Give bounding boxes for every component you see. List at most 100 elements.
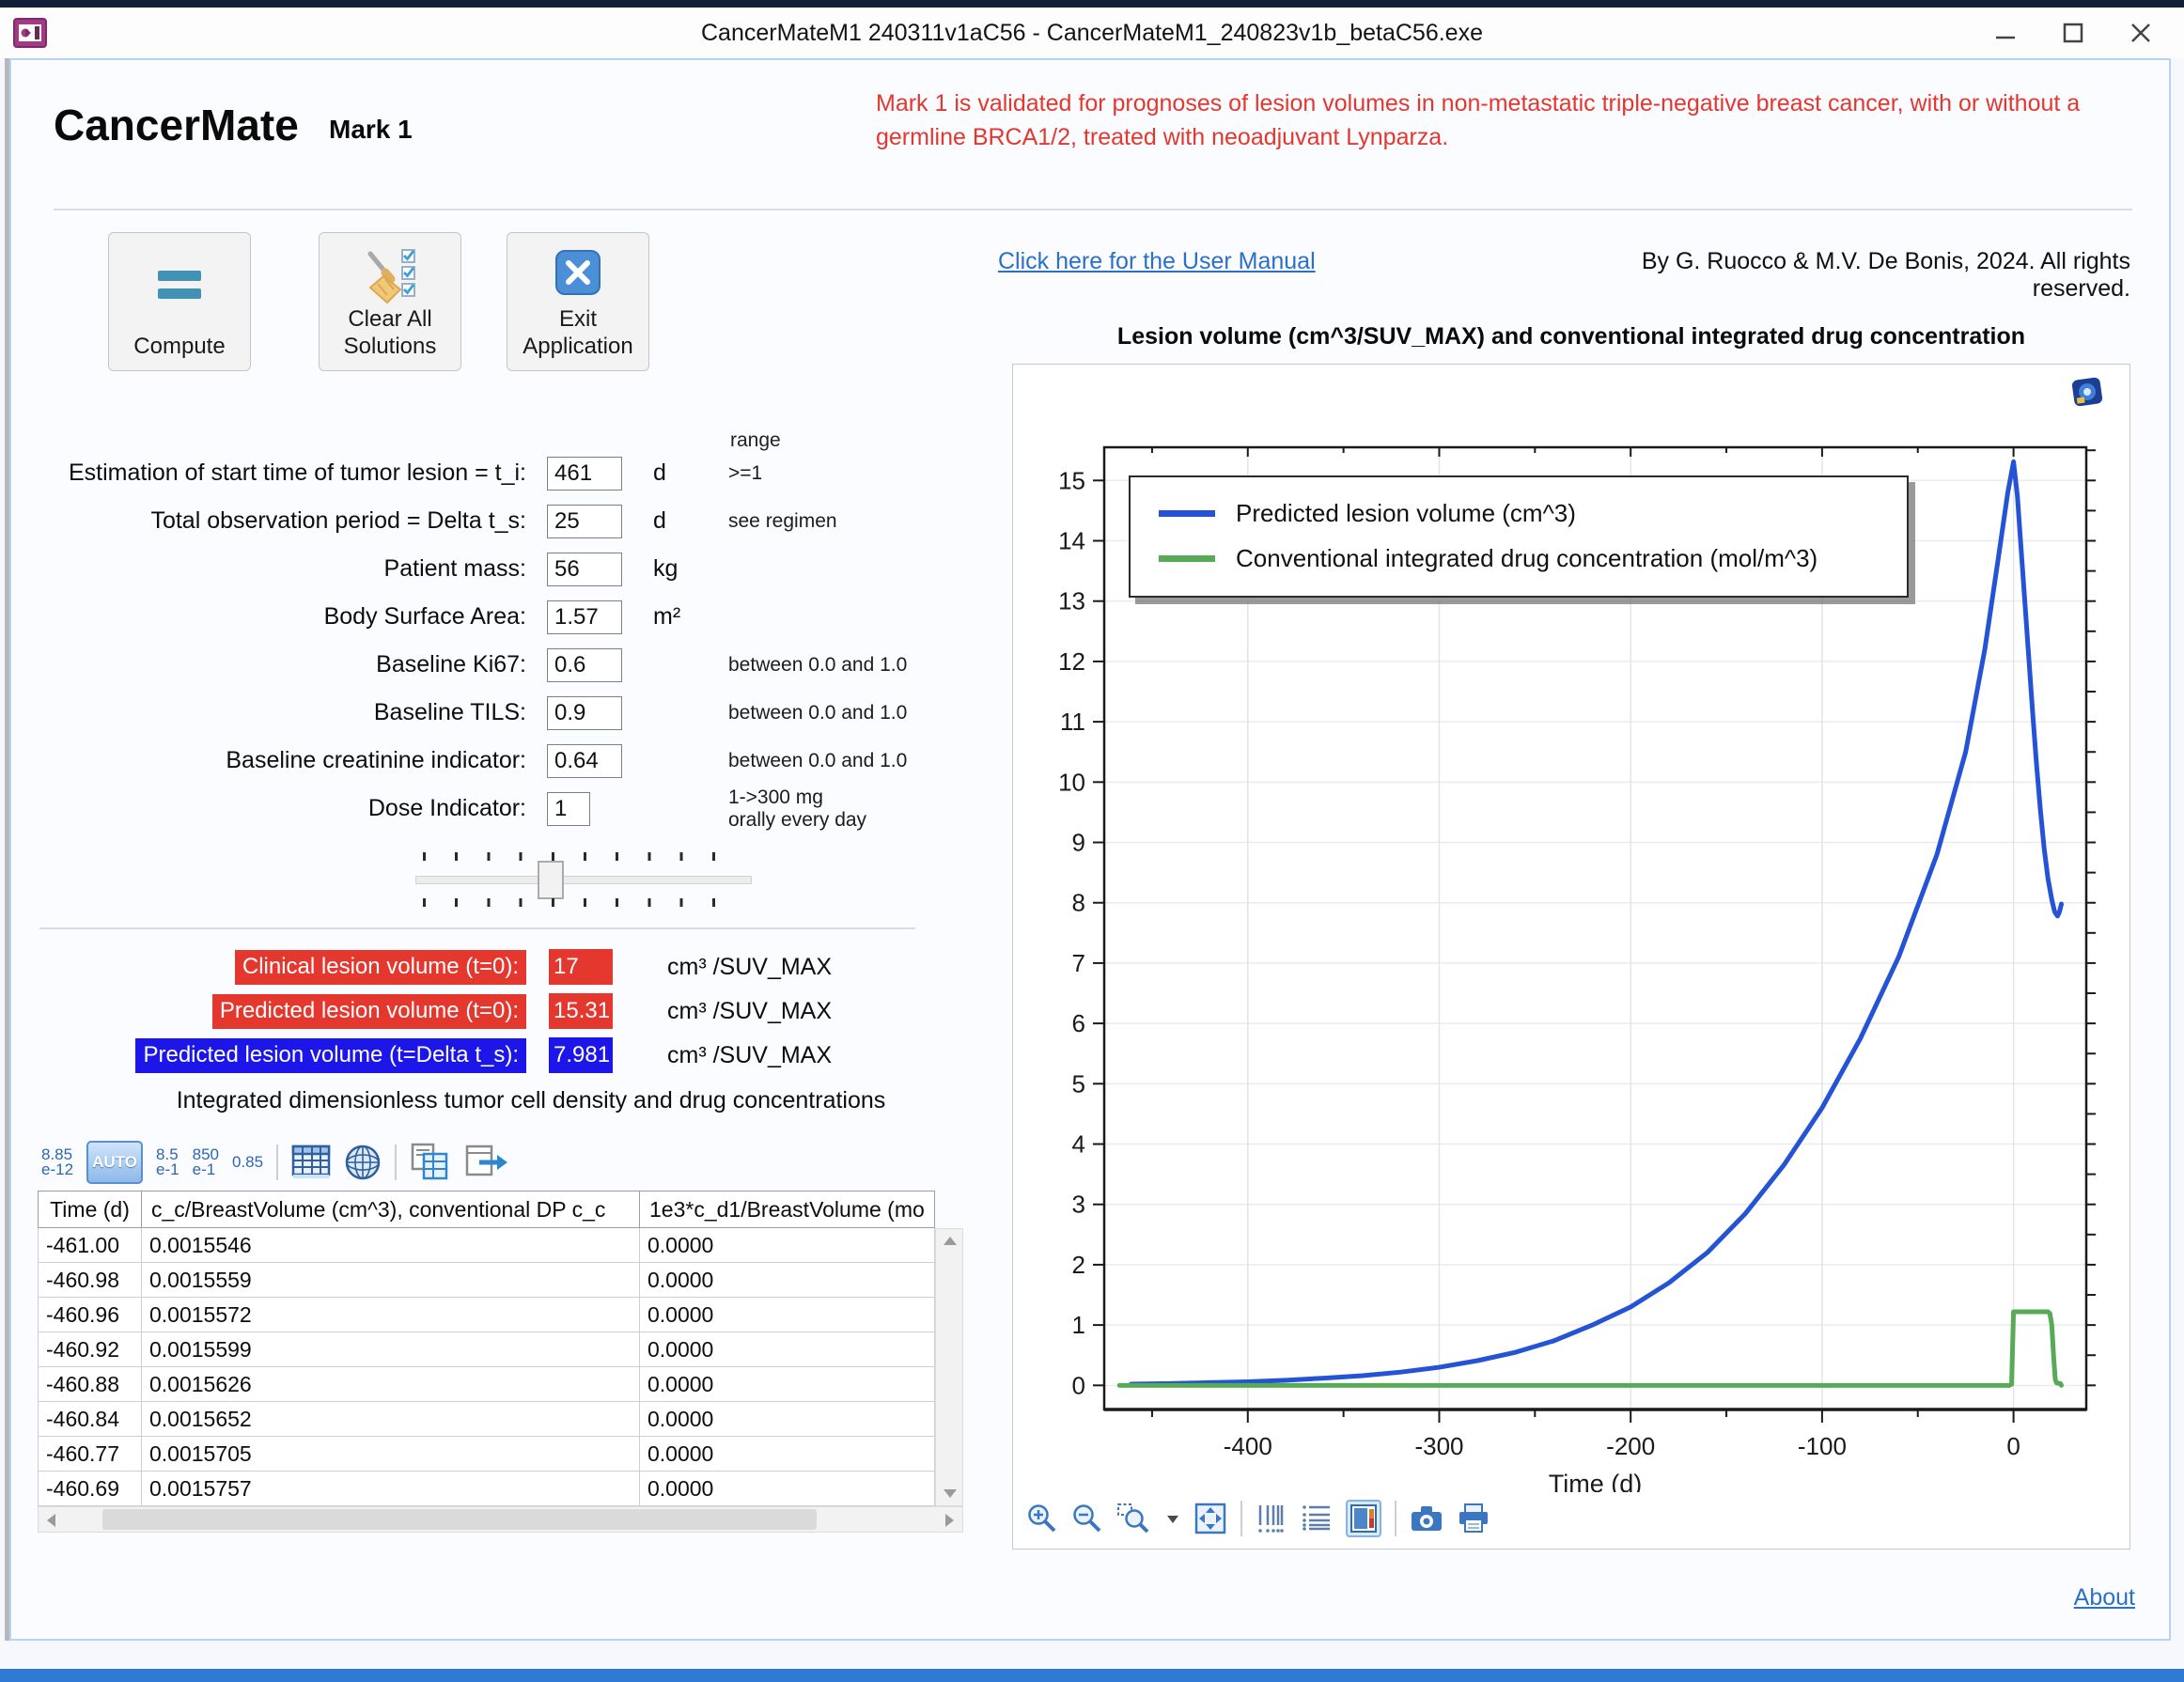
field-input[interactable]: 56 [547, 553, 622, 586]
result-row: Predicted lesion volume (t=0):15.31cm³ /… [11, 993, 832, 1029]
scroll-up-icon[interactable] [944, 1237, 957, 1245]
field-input[interactable]: 1.57 [547, 600, 622, 634]
field-input[interactable]: 461 [547, 457, 622, 491]
field-input[interactable]: 1 [547, 792, 590, 826]
data-table: Time (d) c_c/BreastVolume (cm^3), conven… [38, 1191, 963, 1506]
about-link[interactable]: About [2074, 1584, 2135, 1612]
floating-plot-icon[interactable] [1346, 1500, 1381, 1537]
copy-table-icon[interactable] [410, 1143, 451, 1182]
minimize-button[interactable] [1972, 8, 2039, 58]
table-toolbar: 8.85 e-12 AUTO 8.5 e-1 850 e-1 0.85 [41, 1141, 509, 1184]
dose-slider[interactable] [415, 852, 752, 907]
column-header-time[interactable]: Time (d) [38, 1191, 141, 1228]
precision-button-eng2[interactable]: 850 e-1 [193, 1147, 219, 1176]
field-box-wrap: 1 [526, 792, 653, 826]
toolbar-separator [395, 1145, 397, 1180]
x-axis-scale-icon[interactable] [1256, 1503, 1287, 1534]
table-body: -461.000.00155460.0000-460.980.00155590.… [38, 1228, 963, 1506]
result-unit: cm³ /SUV_MAX [667, 954, 832, 981]
result-label-wrap: Clinical lesion volume (t=0): [11, 950, 526, 985]
svg-text:14: 14 [1058, 527, 1085, 555]
form-row: Baseline Ki67:0.6between 0.0 and 1.0 [11, 641, 998, 689]
table-vertical-scrollbar[interactable] [935, 1228, 963, 1506]
scroll-left-icon[interactable] [47, 1514, 55, 1527]
table-row[interactable]: -460.960.00155720.0000 [38, 1298, 963, 1332]
maximize-button[interactable] [2039, 8, 2107, 58]
app-icon [13, 16, 47, 50]
svg-text:3: 3 [1072, 1191, 1085, 1219]
export-table-icon[interactable] [464, 1144, 509, 1181]
table-caption: Integrated dimensionless tumor cell dens… [132, 1087, 930, 1114]
caret-down-icon[interactable] [1165, 1513, 1180, 1524]
field-box-wrap: 461 [526, 457, 653, 491]
table-cell: -460.84 [38, 1402, 141, 1437]
zoom-out-icon[interactable] [1071, 1503, 1103, 1534]
zoom-box-icon[interactable] [1116, 1503, 1152, 1534]
fit-view-icon[interactable] [1193, 1502, 1227, 1535]
scroll-right-icon[interactable] [945, 1514, 954, 1527]
table-cell: 0.0000 [639, 1437, 935, 1472]
field-input[interactable]: 0.6 [547, 648, 622, 682]
sphere-icon[interactable] [344, 1144, 382, 1181]
table-row[interactable]: -461.000.00155460.0000 [38, 1228, 963, 1263]
table-cell: 0.0015546 [141, 1228, 639, 1263]
zoom-in-icon[interactable] [1026, 1503, 1058, 1534]
table-cell: -460.92 [38, 1332, 141, 1367]
field-label: Estimation of start time of tumor lesion… [11, 459, 526, 487]
compute-button[interactable]: Compute [108, 232, 251, 371]
column-header-cc[interactable]: c_c/BreastVolume (cm^3), conventional DP… [141, 1191, 639, 1228]
field-label: Baseline TILS: [11, 699, 526, 726]
close-button[interactable] [2107, 8, 2175, 58]
y-axis-scale-icon[interactable] [1301, 1503, 1333, 1534]
svg-text:2: 2 [1072, 1251, 1085, 1279]
svg-text:8: 8 [1072, 889, 1085, 917]
precision-auto-button[interactable]: AUTO [86, 1141, 143, 1184]
result-value[interactable]: 17 [549, 949, 613, 985]
table-row[interactable]: -460.920.00155990.0000 [38, 1332, 963, 1367]
slider-thumb[interactable] [538, 861, 564, 899]
exit-application-button[interactable]: Exit Application [507, 232, 649, 371]
legend-label: Predicted lesion volume (cm^3) [1236, 499, 1576, 528]
scroll-down-icon[interactable] [944, 1489, 957, 1498]
field-range-note: >=1 [728, 462, 762, 485]
slider-track[interactable] [415, 876, 752, 884]
svg-text:7: 7 [1072, 949, 1085, 977]
field-input[interactable]: 0.9 [547, 696, 622, 730]
camera-icon[interactable] [1410, 1503, 1443, 1534]
table-cell: 0.0015599 [141, 1332, 639, 1367]
precision-button-sci[interactable]: 8.85 e-12 [41, 1147, 73, 1176]
field-label: Baseline creatinine indicator: [11, 747, 526, 774]
table-cell: 0.0000 [639, 1367, 935, 1402]
svg-text:15: 15 [1058, 466, 1085, 494]
result-value[interactable]: 15.31 [549, 993, 613, 1029]
table-grid-icon[interactable] [291, 1145, 331, 1180]
column-header-cd1[interactable]: 1e3*c_d1/BreastVolume (mo [639, 1191, 935, 1228]
table-row[interactable]: -460.880.00156260.0000 [38, 1367, 963, 1402]
form-row: Baseline creatinine indicator:0.64betwee… [11, 737, 998, 785]
slider-ticks-bottom [423, 898, 744, 907]
field-input[interactable]: 0.64 [547, 744, 622, 778]
form-row: Body Surface Area:1.57m² [11, 593, 998, 641]
table-row[interactable]: -460.770.00157050.0000 [38, 1437, 963, 1472]
table-cell: -460.96 [38, 1298, 141, 1332]
field-unit: d [653, 507, 728, 535]
precision-button-eng[interactable]: 8.5 e-1 [156, 1147, 179, 1176]
field-input[interactable]: 25 [547, 505, 622, 538]
table-row[interactable]: -460.980.00155590.0000 [38, 1263, 963, 1298]
horizontal-scroll-thumb[interactable] [102, 1509, 817, 1530]
printer-icon[interactable] [1457, 1503, 1490, 1534]
clear-all-solutions-button[interactable]: Clear All Solutions [319, 232, 461, 371]
field-range-note: 1->300 mgorally every day [728, 786, 866, 831]
table-row[interactable]: -460.690.00157570.0000 [38, 1472, 963, 1506]
table-row[interactable]: -460.840.00156520.0000 [38, 1402, 963, 1437]
field-unit: m² [653, 603, 728, 631]
field-box-wrap: 0.64 [526, 744, 653, 778]
field-box-wrap: 25 [526, 505, 653, 538]
user-manual-link[interactable]: Click here for the User Manual [998, 248, 1316, 275]
table-cell: 0.0000 [639, 1228, 935, 1263]
result-value[interactable]: 7.981 [549, 1037, 613, 1073]
table-cell: 0.0015626 [141, 1367, 639, 1402]
precision-button-dec[interactable]: 0.85 [232, 1155, 263, 1170]
svg-text:-200: -200 [1606, 1432, 1655, 1460]
table-horizontal-scrollbar[interactable] [38, 1506, 963, 1533]
